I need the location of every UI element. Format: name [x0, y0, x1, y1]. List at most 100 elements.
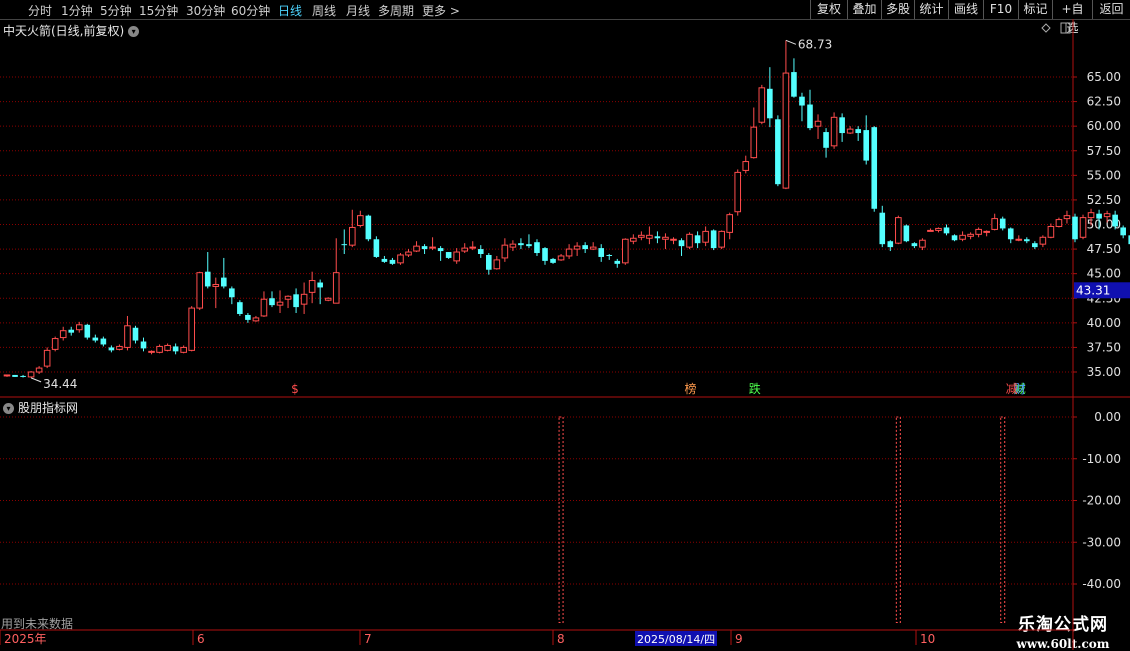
y-tick-label: 35.00 — [1087, 365, 1121, 379]
candle-body — [646, 234, 653, 239]
candle-body — [943, 227, 950, 234]
candle-body — [132, 327, 139, 341]
candle-body — [606, 254, 613, 256]
candle-body — [734, 171, 742, 213]
candle-body — [1063, 215, 1071, 220]
candle-body — [12, 374, 18, 377]
candle-body — [863, 130, 870, 161]
candle-body — [750, 126, 758, 159]
candle-body — [662, 236, 669, 240]
candle-body — [245, 314, 251, 320]
candle-body — [20, 375, 26, 377]
x-tick-label: 2025年 — [4, 632, 47, 646]
candle-body — [1047, 225, 1055, 238]
candle-body — [397, 254, 404, 264]
candle-body — [855, 129, 861, 134]
event-marker: 减 — [1006, 382, 1018, 396]
low-pointer — [30, 377, 42, 383]
candle-body — [983, 230, 990, 233]
candle-body — [1039, 236, 1047, 245]
candle-body — [1055, 219, 1063, 227]
candle-body — [68, 329, 75, 333]
candle-body — [59, 330, 67, 339]
candle-body — [389, 259, 396, 264]
candle-body — [702, 230, 709, 243]
candle-body — [1087, 212, 1095, 219]
candle-body — [887, 241, 894, 248]
candle-body — [148, 350, 155, 353]
candle-body — [453, 251, 460, 262]
price-chart[interactable]: 35.0037.5040.0042.5045.0047.5050.0052.50… — [0, 0, 1130, 650]
candle-body — [927, 229, 934, 232]
candle-body — [1024, 239, 1030, 242]
x-tick-label: 9 — [735, 632, 743, 646]
candle-body — [782, 72, 790, 189]
candle-body — [830, 116, 838, 147]
candle-body — [164, 344, 171, 351]
y-tick-label: -20.00 — [1082, 494, 1121, 508]
indicator-bar — [895, 416, 901, 623]
candle-body — [638, 234, 645, 238]
candle-body — [373, 239, 380, 257]
y-tick-label: -30.00 — [1082, 535, 1121, 549]
candle-body — [879, 212, 886, 245]
candle-body — [405, 251, 412, 256]
candle-body — [823, 132, 829, 148]
candle-body — [212, 283, 220, 287]
low-price-label: 34.44 — [43, 377, 77, 391]
candle-body — [1007, 228, 1014, 240]
candle-body — [975, 228, 982, 235]
candle-body — [140, 341, 147, 349]
candle-body — [180, 346, 187, 353]
candle-body — [293, 294, 299, 308]
candle-body — [172, 346, 179, 352]
candle-body — [534, 242, 540, 254]
candle-body — [959, 234, 966, 240]
candle-body — [589, 246, 597, 250]
candle-body — [252, 317, 260, 322]
candle-body — [686, 233, 693, 248]
date-cursor-label: 2025/08/14/四 — [637, 633, 715, 646]
candle-body — [742, 161, 750, 171]
candle-body — [1079, 217, 1087, 238]
candle-body — [839, 117, 845, 134]
x-tick-label: 6 — [197, 632, 205, 646]
candle-body — [365, 215, 372, 240]
candle-body — [260, 298, 268, 317]
candle-body — [1032, 243, 1038, 248]
candle-body — [196, 272, 204, 309]
candle-body — [108, 347, 115, 351]
candle-body — [413, 245, 420, 252]
candle-body — [678, 240, 685, 247]
candle-body — [269, 298, 275, 306]
y-tick-label: 0.00 — [1094, 410, 1121, 424]
y-tick-label: 60.00 — [1087, 119, 1121, 133]
candle-body — [951, 235, 958, 241]
y-tick-label: 47.50 — [1087, 242, 1121, 256]
candle-body — [1112, 214, 1118, 227]
candle-body — [421, 246, 428, 250]
candle-body — [846, 128, 854, 134]
candle-body — [124, 325, 131, 348]
candle-body — [493, 259, 501, 270]
y-tick-label: 45.00 — [1087, 267, 1121, 281]
candle-body — [999, 218, 1006, 229]
candle-body — [332, 272, 340, 304]
candle-body — [630, 237, 637, 242]
candle-body — [1103, 213, 1111, 218]
candle-body — [911, 243, 918, 247]
candle-body — [726, 214, 734, 233]
candle-body — [582, 245, 588, 250]
candle-body — [276, 301, 284, 306]
candle-body — [51, 338, 59, 350]
candle-body — [767, 88, 773, 119]
high-pointer — [785, 39, 797, 45]
candle-body — [324, 297, 332, 301]
candle-body — [1120, 227, 1126, 236]
candle-body — [775, 119, 781, 185]
candle-body — [799, 96, 805, 106]
candle-body — [3, 374, 11, 377]
candle-body — [92, 337, 99, 341]
current-price-label: 43.31 — [1076, 283, 1110, 297]
candle-body — [348, 226, 356, 246]
